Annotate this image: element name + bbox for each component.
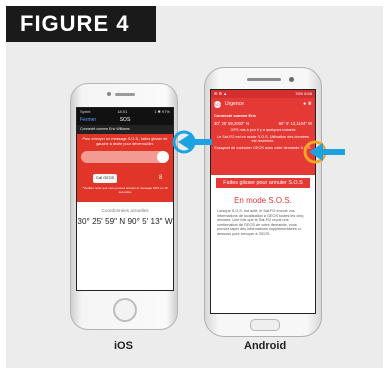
android-app-bar: SOS Urgence ● ♛ bbox=[211, 98, 315, 111]
android-contact-status: Essayant de contacter GEOS avec votre de… bbox=[214, 145, 312, 150]
android-latitude: 30° 25' 59,2002'' N bbox=[214, 121, 250, 126]
front-camera bbox=[289, 77, 294, 82]
android-notification-icons: ✉ ⚙ ▲ bbox=[214, 91, 228, 96]
ios-coord-label: Coordonnées actuelles bbox=[101, 208, 149, 213]
earpiece bbox=[115, 93, 135, 96]
front-camera bbox=[107, 92, 111, 96]
android-connected-label: Connecté comme Eric bbox=[214, 113, 257, 118]
ios-carrier: Sprint bbox=[80, 109, 91, 114]
ios-countdown: 8 bbox=[159, 175, 163, 181]
ios-pointer-arrow-icon bbox=[172, 130, 212, 154]
android-gps-status: GPS mis à jour il y a quelques instants bbox=[230, 128, 296, 132]
android-app-title: Urgence bbox=[225, 101, 244, 107]
ios-sos-slider[interactable] bbox=[81, 151, 169, 163]
figure-panel bbox=[6, 6, 383, 368]
android-coords-row: 30° 25' 59,2002'' N 90° 5' 13,1104'' W bbox=[214, 121, 312, 126]
android-longitude: 90° 5' 13,1104'' W bbox=[278, 121, 312, 126]
ios-screen: Sprint 18:01 1 ✱ 97% Fermer SOS Connecté… bbox=[76, 107, 174, 291]
android-cancel-sos-slider[interactable]: Faites glisser pour annuler S.O.S bbox=[215, 177, 311, 189]
ios-battery: 1 ✱ 97% bbox=[154, 109, 170, 114]
sos-badge-icon: SOS bbox=[214, 101, 223, 108]
ios-sos-message: Pour envoyer un message S.O.S., faites g… bbox=[82, 137, 168, 146]
earpiece bbox=[247, 78, 281, 81]
ios-slider-knob[interactable] bbox=[157, 151, 169, 163]
ios-nav-bar: Fermer SOS bbox=[77, 115, 173, 125]
android-device: ✉ ⚙ ▲ 76% 6:58 SOS Urgence ● ♛ Connecté … bbox=[204, 67, 322, 337]
ios-connected-label: Connecté comme Eric Williams bbox=[77, 125, 173, 134]
android-screen: ✉ ⚙ ▲ 76% 6:58 SOS Urgence ● ♛ Connecté … bbox=[210, 89, 316, 314]
android-pointer-arrow-icon bbox=[303, 140, 345, 164]
ios-sos-panel: Pour envoyer un message S.O.S., faites g… bbox=[77, 134, 173, 202]
ios-coordinates: 30° 25' 59" N 90° 5' 13" W bbox=[77, 217, 173, 226]
android-status-bar: ✉ ⚙ ▲ 76% 6:58 bbox=[211, 90, 315, 98]
home-button[interactable] bbox=[113, 298, 137, 322]
ios-cancel-note: *Veuillez noter que vous pouvez annuler … bbox=[82, 186, 168, 194]
android-battery: 76% 6:58 bbox=[295, 91, 312, 96]
figure-label: FIGURE 4 bbox=[6, 6, 156, 42]
android-bar-icons[interactable]: ● ♛ bbox=[303, 98, 312, 111]
android-sos-mode: En mode S.O.S. bbox=[234, 196, 292, 205]
android-satfi-mode: Le Sat-Fi2 est en mode S.O.S. Utilisatio… bbox=[216, 134, 310, 144]
android-info-panel: Connecté comme Eric 30° 25' 59,2002'' N … bbox=[211, 111, 315, 175]
iphone-device: Sprint 18:01 1 ✱ 97% Fermer SOS Connecté… bbox=[70, 83, 178, 330]
android-sos-description: Lorsque S.O.S. est actif, le Sat-Fi2 env… bbox=[217, 209, 304, 236]
home-button[interactable] bbox=[250, 319, 280, 331]
ios-status-bar: Sprint 18:01 1 ✱ 97% bbox=[77, 108, 173, 115]
ios-time: 18:01 bbox=[117, 109, 128, 114]
android-caption: Android bbox=[244, 340, 287, 352]
ios-caption: iOS bbox=[114, 340, 133, 352]
ios-call-geos-button[interactable]: Call GEOS bbox=[93, 174, 117, 183]
ios-close-button[interactable]: Fermer bbox=[80, 117, 96, 123]
